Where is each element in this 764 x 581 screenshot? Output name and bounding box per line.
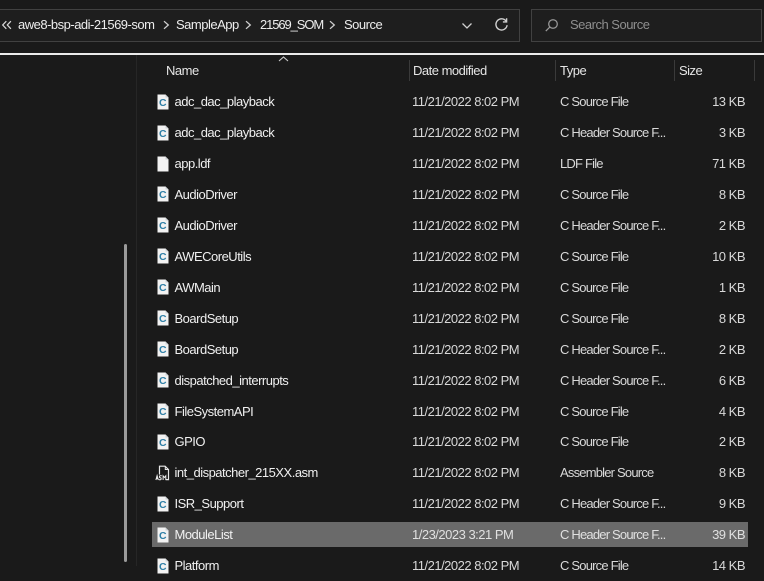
svg-text:C: C xyxy=(159,221,167,233)
svg-text:C: C xyxy=(159,283,167,295)
svg-text:C: C xyxy=(159,530,167,542)
svg-text:C: C xyxy=(159,499,167,511)
svg-text:C: C xyxy=(159,97,167,109)
svg-text:C: C xyxy=(159,128,167,140)
svg-text:C: C xyxy=(159,375,167,387)
svg-text:C: C xyxy=(159,313,167,325)
svg-text:C: C xyxy=(159,190,167,202)
svg-text:C: C xyxy=(159,344,167,356)
svg-text:C: C xyxy=(159,252,167,264)
svg-text:C: C xyxy=(159,561,167,573)
svg-text:C: C xyxy=(159,406,167,418)
svg-text:C: C xyxy=(159,437,167,449)
